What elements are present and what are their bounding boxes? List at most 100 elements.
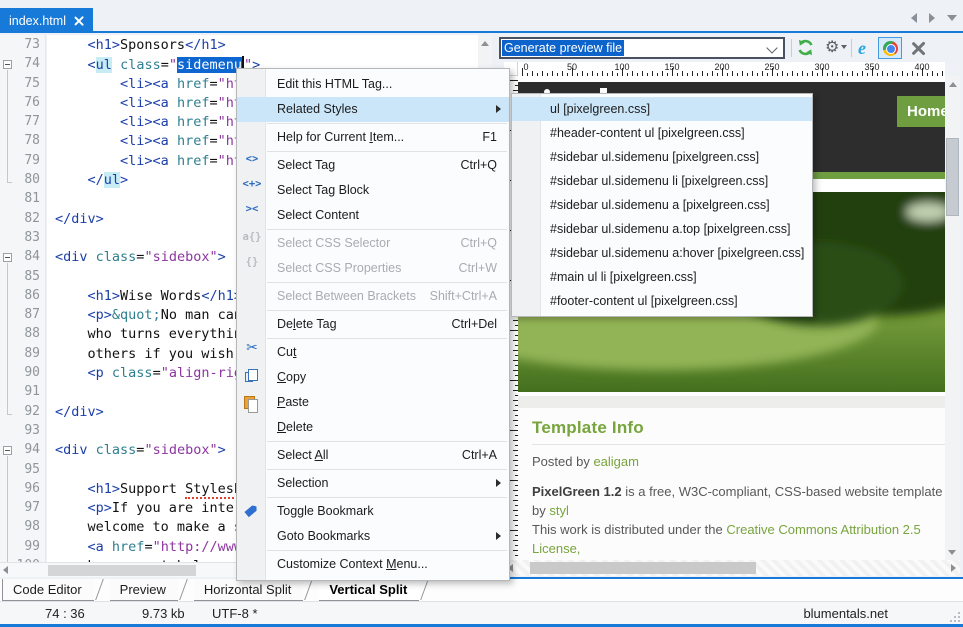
line-number[interactable]: 94 bbox=[0, 442, 40, 461]
tab-horizontal-split[interactable]: Horizontal Split bbox=[194, 579, 303, 601]
line-number[interactable]: 81 bbox=[0, 191, 40, 210]
line-number[interactable]: 79 bbox=[0, 153, 40, 172]
line-number[interactable]: 88 bbox=[0, 326, 40, 345]
style-rule-item[interactable]: #sidebar ul.sidemenu li [pixelgreen.css] bbox=[512, 169, 812, 193]
menu-item-help-for-current-item[interactable]: Help for Current Item...F1 bbox=[237, 125, 509, 150]
line-number[interactable]: 82 bbox=[0, 211, 40, 230]
menu-item-select-tag[interactable]: <>Select TagCtrl+Q bbox=[237, 153, 509, 178]
style-rule-item[interactable]: #footer-content ul [pixelgreen.css] bbox=[512, 289, 812, 313]
menu-item-select-css-selector[interactable]: a{}Select CSS SelectorCtrl+Q bbox=[237, 231, 509, 256]
menu-item-customize-context-menu[interactable]: Customize Context Menu... bbox=[237, 552, 509, 577]
menu-item-select-tag-block[interactable]: <+>Select Tag Block bbox=[237, 178, 509, 203]
menu-item-paste[interactable]: Paste bbox=[237, 390, 509, 415]
style-rule-item[interactable]: ul [pixelgreen.css] bbox=[512, 97, 812, 121]
line-number[interactable]: 76 bbox=[0, 95, 40, 114]
menu-item-selection[interactable]: Selection bbox=[237, 471, 509, 496]
styleshout-link[interactable]: styl bbox=[549, 503, 569, 518]
line-number[interactable]: 73 bbox=[0, 37, 40, 56]
style-rule-label: #main ul li [pixelgreen.css] bbox=[550, 265, 697, 289]
tab-vertical-split[interactable]: Vertical Split bbox=[319, 579, 419, 601]
line-number[interactable]: 96 bbox=[0, 481, 40, 500]
line-number[interactable]: 85 bbox=[0, 269, 40, 288]
line-number[interactable]: 93 bbox=[0, 423, 40, 442]
menu-item-delete[interactable]: Delete bbox=[237, 415, 509, 440]
scroll-right-icon[interactable] bbox=[951, 564, 956, 572]
ruler-label: 50 bbox=[567, 62, 577, 72]
scroll-left-icon[interactable] bbox=[911, 13, 917, 23]
line-number[interactable]: 74 bbox=[0, 56, 40, 75]
combobox-selected-text: Generate preview file bbox=[502, 40, 624, 56]
line-number[interactable]: 97 bbox=[0, 500, 40, 519]
tab-list-icon[interactable] bbox=[947, 15, 957, 21]
code-line[interactable]: <h1>Sponsors</h1> bbox=[47, 37, 478, 56]
style-rule-item[interactable]: #header-content ul [pixelgreen.css] bbox=[512, 121, 812, 145]
scroll-right-icon[interactable] bbox=[929, 13, 935, 23]
tab-code-editor[interactable]: Code Editor bbox=[2, 579, 94, 601]
site-section-divider bbox=[518, 396, 945, 408]
scroll-up-icon[interactable] bbox=[481, 41, 489, 46]
submenu-arrow-icon bbox=[496, 479, 501, 487]
line-number[interactable]: 89 bbox=[0, 346, 40, 365]
preview-horizontal-scrollbar[interactable] bbox=[504, 560, 960, 576]
line-number[interactable]: 99 bbox=[0, 539, 40, 558]
ruler-label: 250 bbox=[764, 62, 779, 72]
scrollbar-thumb[interactable] bbox=[946, 138, 959, 216]
menu-item-select-between-brackets[interactable]: Select Between BracketsShift+Ctrl+A bbox=[237, 284, 509, 309]
settings-gear-icon[interactable]: ⚙ bbox=[825, 38, 847, 58]
menu-shortcut: Ctrl+Del bbox=[452, 312, 498, 337]
line-number[interactable]: 87 bbox=[0, 307, 40, 326]
line-number[interactable]: 75 bbox=[0, 76, 40, 95]
style-rule-item[interactable]: #sidebar ul.sidemenu a [pixelgreen.css] bbox=[512, 193, 812, 217]
scroll-up-icon[interactable] bbox=[949, 82, 957, 87]
internet-explorer-icon[interactable]: e bbox=[858, 38, 866, 59]
line-number[interactable]: 98 bbox=[0, 519, 40, 538]
line-number[interactable]: 83 bbox=[0, 230, 40, 249]
site-home-link[interactable]: Home bbox=[897, 96, 945, 127]
scrollbar-thumb[interactable] bbox=[48, 565, 196, 576]
ruler-label: 0 bbox=[523, 62, 528, 72]
menu-separator bbox=[267, 229, 507, 230]
line-number[interactable]: 78 bbox=[0, 133, 40, 152]
line-number[interactable]: 92 bbox=[0, 404, 40, 423]
scroll-down-icon[interactable] bbox=[948, 550, 956, 555]
refresh-icon[interactable] bbox=[796, 38, 815, 62]
tab-index-html[interactable]: index.html bbox=[0, 8, 93, 33]
line-number[interactable]: 77 bbox=[0, 114, 40, 133]
chevron-down-icon[interactable] bbox=[768, 46, 776, 54]
menu-item-select-content[interactable]: ><Select Content bbox=[237, 203, 509, 228]
posted-by-line: Posted by ealigam bbox=[532, 454, 945, 469]
line-number[interactable]: 95 bbox=[0, 462, 40, 481]
menu-item-toggle-bookmark[interactable]: Toggle Bookmark bbox=[237, 499, 509, 524]
author-link[interactable]: ealigam bbox=[593, 454, 639, 469]
preview-mode-combobox[interactable]: Generate preview file bbox=[499, 37, 785, 59]
resize-grip-icon[interactable] bbox=[950, 612, 960, 622]
menu-item-edit-this-html-tag[interactable]: Edit this HTML Tag... bbox=[237, 72, 509, 97]
tab-scroll-controls bbox=[911, 13, 957, 23]
menu-separator bbox=[267, 282, 507, 283]
style-rule-item[interactable]: #sidebar ul.sidemenu a:hover [pixelgreen… bbox=[512, 241, 812, 265]
scroll-left-icon[interactable] bbox=[3, 566, 8, 574]
close-preview-icon[interactable] bbox=[911, 38, 925, 57]
menu-item-delete-tag[interactable]: Delete TagCtrl+Del bbox=[237, 312, 509, 337]
style-rule-item[interactable]: #main ul li [pixelgreen.css] bbox=[512, 265, 812, 289]
line-number[interactable]: 90 bbox=[0, 365, 40, 384]
line-number[interactable]: 80 bbox=[0, 172, 40, 191]
preview-vertical-scrollbar[interactable] bbox=[945, 76, 960, 560]
menu-item-cut[interactable]: ✂Cut bbox=[237, 340, 509, 365]
chrome-icon bbox=[883, 41, 898, 56]
line-number[interactable]: 84 bbox=[0, 249, 40, 268]
style-rule-item[interactable]: #sidebar ul.sidemenu [pixelgreen.css] bbox=[512, 145, 812, 169]
menu-item-related-styles[interactable]: Related Styles bbox=[237, 97, 509, 122]
line-number[interactable]: 91 bbox=[0, 384, 40, 403]
menu-item-label: Copy bbox=[277, 365, 306, 390]
menu-item-copy[interactable]: Copy bbox=[237, 365, 509, 390]
chrome-browser-button[interactable] bbox=[878, 37, 902, 59]
line-number[interactable]: 86 bbox=[0, 288, 40, 307]
menu-item-select-css-properties[interactable]: {}Select CSS PropertiesCtrl+W bbox=[237, 256, 509, 281]
style-rule-item[interactable]: #sidebar ul.sidemenu a.top [pixelgreen.c… bbox=[512, 217, 812, 241]
menu-item-select-all[interactable]: Select AllCtrl+A bbox=[237, 443, 509, 468]
scrollbar-thumb[interactable] bbox=[530, 562, 756, 574]
tab-preview[interactable]: Preview bbox=[110, 579, 178, 601]
tab-close-icon[interactable] bbox=[74, 16, 84, 26]
menu-item-goto-bookmarks[interactable]: Goto Bookmarks bbox=[237, 524, 509, 549]
